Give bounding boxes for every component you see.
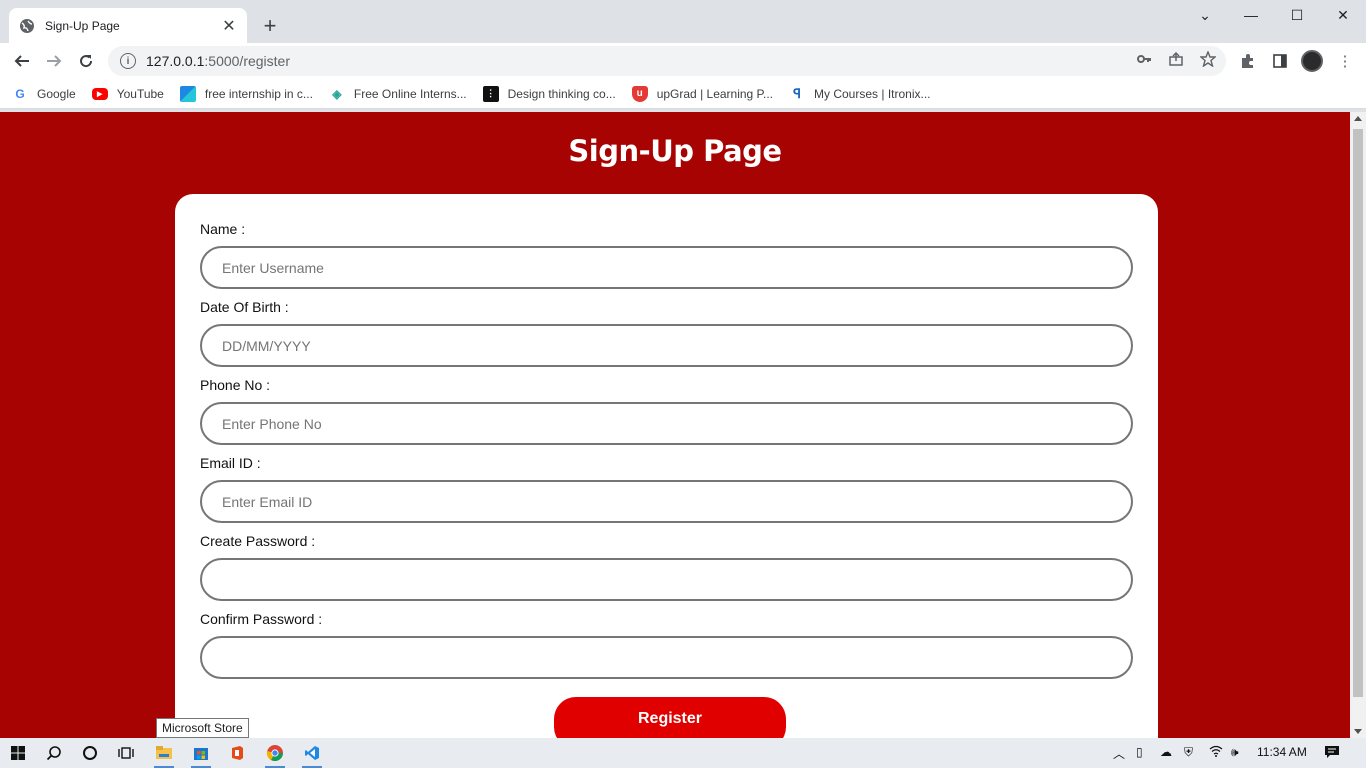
upgrad-icon: u [631,85,648,102]
extensions-puzzle-icon[interactable] [1238,51,1258,71]
phone-input[interactable] [200,402,1133,445]
search-icon[interactable] [41,741,67,765]
microsoft-store-icon[interactable] [188,741,214,768]
confirm-password-input[interactable] [200,636,1133,679]
youtube-icon: ▶ [91,87,108,100]
scroll-up-arrow-icon[interactable] [1354,116,1362,121]
email-input[interactable] [200,480,1133,523]
security-shield-icon[interactable]: ⛨ [1184,745,1193,760]
reload-icon[interactable] [73,48,99,74]
tab-title: Sign-Up Page [45,18,120,33]
bookmark-youtube[interactable]: ▶ YouTube [91,83,164,105]
back-icon[interactable] [9,48,35,74]
device-icon[interactable]: ▯ [1136,745,1143,759]
online-intern-icon: ◈ [332,86,342,101]
bookmark-itronix[interactable]: ꟼ My Courses | Itronix... [789,83,930,105]
office-icon[interactable] [224,741,250,765]
bookmark-google[interactable]: G Google [12,83,75,105]
onedrive-icon[interactable]: ☁ [1160,745,1172,759]
cortana-icon[interactable] [77,741,103,765]
confirm-password-label: Confirm Password : [200,611,323,627]
internship-icon [179,85,196,102]
create-password-label: Create Password : [200,533,316,549]
bookmark-online-intern[interactable]: ◈ Free Online Interns... [329,83,466,105]
bookmark-star-icon[interactable] [1199,50,1217,68]
chrome-icon[interactable] [262,741,288,768]
forward-icon[interactable] [41,48,67,74]
page-scrollbar[interactable] [1350,112,1366,738]
menu-kebab-icon[interactable]: ⋮ [1335,51,1355,71]
page-title: Sign-Up Page [568,134,782,168]
new-tab-icon[interactable]: + [258,13,282,38]
wifi-icon[interactable] [1209,745,1223,760]
side-panel-icon[interactable] [1270,51,1290,71]
google-icon: G [15,86,25,101]
bookmark-upgrad[interactable]: u upGrad | Learning P... [631,83,773,105]
file-explorer-icon[interactable] [151,741,177,768]
windows-taskbar: ︿ ▯ ☁ ⛨ 🕪 11:34 AM [0,738,1366,768]
close-tab-icon[interactable]: ✕ [221,18,237,35]
register-button[interactable]: Register [554,697,786,738]
design-icon: ⋮ [482,85,499,102]
task-view-icon[interactable] [113,741,139,765]
url-text: 127.0.0.1:5000/register [146,53,290,69]
close-window-icon[interactable]: ✕ [1320,0,1366,30]
bookmarks-bar: G Google ▶ YouTube free internship in c.… [0,79,1366,109]
vscode-icon[interactable] [299,741,325,768]
globe-icon [19,18,35,34]
site-info-icon[interactable]: i [120,53,136,69]
maximize-icon[interactable]: ☐ [1274,0,1320,30]
browser-toolbar: i 127.0.0.1:5000/register ⋮ [0,43,1366,79]
show-hidden-icons-chevron-icon[interactable]: ︿ [1113,745,1125,762]
share-icon[interactable] [1167,50,1185,68]
bookmark-internship[interactable]: free internship in c... [179,83,313,105]
profile-avatar[interactable] [1301,50,1323,72]
address-bar[interactable]: i 127.0.0.1:5000/register [108,46,1226,76]
bookmark-design-thinking[interactable]: ⋮ Design thinking co... [482,83,616,105]
scroll-down-arrow-icon[interactable] [1354,729,1362,734]
signup-form: Name : Date Of Birth : Phone No : Email … [175,194,1158,738]
scrollbar-thumb[interactable] [1353,129,1363,697]
minimize-down-chevron-icon[interactable]: ⌄ [1182,0,1228,30]
email-label: Email ID : [200,455,261,471]
taskbar-tooltip: Microsoft Store [156,718,249,738]
itronix-icon: ꟼ [793,85,801,101]
dob-label: Date Of Birth : [200,299,289,315]
minimize-icon[interactable]: — [1228,0,1274,30]
page-content: Sign-Up Page Name : Date Of Birth : Phon… [0,112,1350,738]
windows-start-icon[interactable] [5,741,31,765]
name-label: Name : [200,221,246,237]
volume-icon[interactable]: 🕪 [1231,745,1239,760]
username-input[interactable] [200,246,1133,289]
phone-label: Phone No : [200,377,271,393]
taskbar-clock[interactable]: 11:34 AM [1257,745,1307,759]
tab-strip: Sign-Up Page ✕ + ⌄ — ☐ ✕ [0,0,1366,43]
browser-tab[interactable]: Sign-Up Page ✕ [9,8,247,43]
notifications-icon[interactable] [1324,745,1340,762]
create-password-input[interactable] [200,558,1133,601]
key-icon[interactable] [1135,50,1153,68]
dob-input[interactable] [200,324,1133,367]
